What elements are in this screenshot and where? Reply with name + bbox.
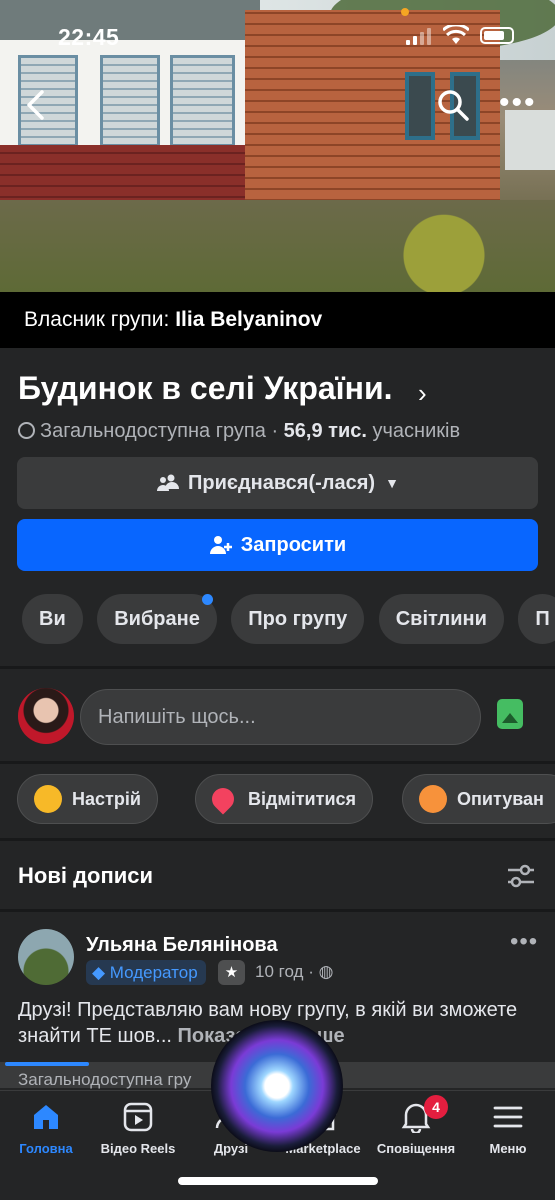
post-time-label: 10 год <box>255 962 304 981</box>
post-author[interactable]: Ульяна Белянінова <box>86 934 278 957</box>
tab-more[interactable]: П <box>518 594 555 644</box>
owner-line: Власник групи: Ilia Belyaninov <box>24 308 322 332</box>
tab-home[interactable]: Головна <box>0 1101 92 1156</box>
tab-friends-label: Друзі <box>213 1141 249 1156</box>
back-arrow-icon[interactable] <box>20 88 54 122</box>
author-avatar[interactable] <box>18 929 74 985</box>
group-privacy: Загальнодоступна група <box>40 420 266 442</box>
sort-filter-icon[interactable] <box>506 863 536 889</box>
mood-label: Настрій <box>72 788 141 809</box>
tab-menu-label: Меню <box>489 1141 527 1156</box>
cover-ground <box>0 200 555 292</box>
home-indicator[interactable] <box>178 1177 378 1185</box>
next-post-privacy: Загальнодоступна гру <box>18 1070 192 1089</box>
joined-label: Приєднався(-лася) <box>188 471 376 494</box>
cover-window <box>100 55 160 147</box>
chevron-right-icon[interactable]: › <box>418 378 427 409</box>
tab-home-label: Головна <box>19 1141 73 1156</box>
moderator-badge-label: Модератор <box>109 963 198 982</box>
video-icon <box>123 1102 153 1132</box>
cellular-signal-icon <box>406 28 432 45</box>
quick-actions-row: Настрій Відмітитися Опитуван <box>0 764 555 838</box>
star-badge-icon: ★ <box>218 960 245 985</box>
home-icon <box>34 1105 58 1129</box>
user-avatar[interactable] <box>18 688 74 744</box>
tab-featured[interactable]: Вибране <box>97 594 217 644</box>
tab-reels-label: Відео Reels <box>100 1141 176 1156</box>
notification-count-badge: 4 <box>424 1095 448 1119</box>
check-in-button[interactable]: Відмітитися <box>195 774 374 824</box>
post-options-icon[interactable]: ••• <box>510 928 538 956</box>
group-members-icon <box>157 474 180 491</box>
loading-progress <box>5 1062 89 1066</box>
poll-icon <box>419 785 447 813</box>
group-owner-bar: Власник групи: Ilia Belyaninov <box>0 292 555 348</box>
tab-notifications[interactable]: 4 Сповіщення <box>370 1095 462 1156</box>
globe-icon: ◍ <box>318 962 334 981</box>
globe-icon <box>18 422 35 439</box>
tab-photos[interactable]: Світлини <box>378 594 504 644</box>
members-count[interactable]: 56,9 тис. <box>284 420 367 442</box>
search-icon[interactable] <box>436 88 470 122</box>
new-indicator-dot <box>201 594 213 605</box>
add-person-icon <box>209 536 232 554</box>
post-body-cut: ов... <box>133 1025 172 1047</box>
poll-button[interactable]: Опитуван <box>402 774 555 824</box>
check-in-label: Відмітитися <box>248 788 357 809</box>
location-pin-icon <box>207 783 239 815</box>
post-time: 10 год · ◍ <box>255 962 334 981</box>
members-suffix[interactable]: учасників <box>373 420 461 442</box>
cover-fence <box>505 110 555 170</box>
tab-featured-label: Вибране <box>114 608 200 630</box>
section-title: Нові дописи <box>18 863 154 888</box>
invite-button[interactable]: Запросити <box>17 519 538 571</box>
moderator-badge: ◆ Модератор <box>86 960 206 985</box>
joined-button[interactable]: Приєднався(-лася) ▼ <box>17 457 538 509</box>
group-meta: Загальнодоступна група · 56,9 тис. учасн… <box>18 420 460 443</box>
privacy-indicator-dot <box>401 8 409 16</box>
status-time: 22:45 <box>58 24 120 50</box>
group-tabs: Ви Вибране Про групу Світлини П <box>22 594 555 646</box>
owner-name[interactable]: Ilia Belyaninov <box>175 308 322 331</box>
more-options-icon[interactable]: ••• <box>499 88 535 118</box>
tab-reels[interactable]: Відео Reels <box>92 1101 184 1156</box>
owner-prefix: Власник групи: <box>24 308 170 331</box>
smile-icon <box>34 785 62 813</box>
caret-down-icon: ▼ <box>385 475 399 491</box>
photo-icon[interactable] <box>497 699 523 729</box>
menu-icon <box>493 1106 523 1128</box>
group-header: Будинок в селі України. › Загальнодоступ… <box>0 348 555 666</box>
tab-menu[interactable]: Меню <box>462 1101 554 1156</box>
cover-window <box>405 72 435 140</box>
wifi-icon <box>443 25 469 44</box>
invite-label: Запросити <box>240 533 347 556</box>
write-something-input[interactable]: Напишіть щось... <box>80 689 481 745</box>
mood-button[interactable]: Настрій <box>17 774 158 824</box>
tab-notifications-label: Сповіщення <box>376 1141 456 1156</box>
battery-icon <box>480 27 514 44</box>
tab-you[interactable]: Ви <box>22 594 83 644</box>
cover-window <box>170 55 235 147</box>
new-posts-header: Нові дописи <box>0 841 555 909</box>
post-composer: Напишіть щось... <box>0 669 555 761</box>
group-title[interactable]: Будинок в селі України. <box>18 370 393 407</box>
tab-about[interactable]: Про групу <box>231 594 365 644</box>
siri-orb[interactable] <box>211 1020 343 1152</box>
poll-label: Опитуван <box>457 788 544 809</box>
